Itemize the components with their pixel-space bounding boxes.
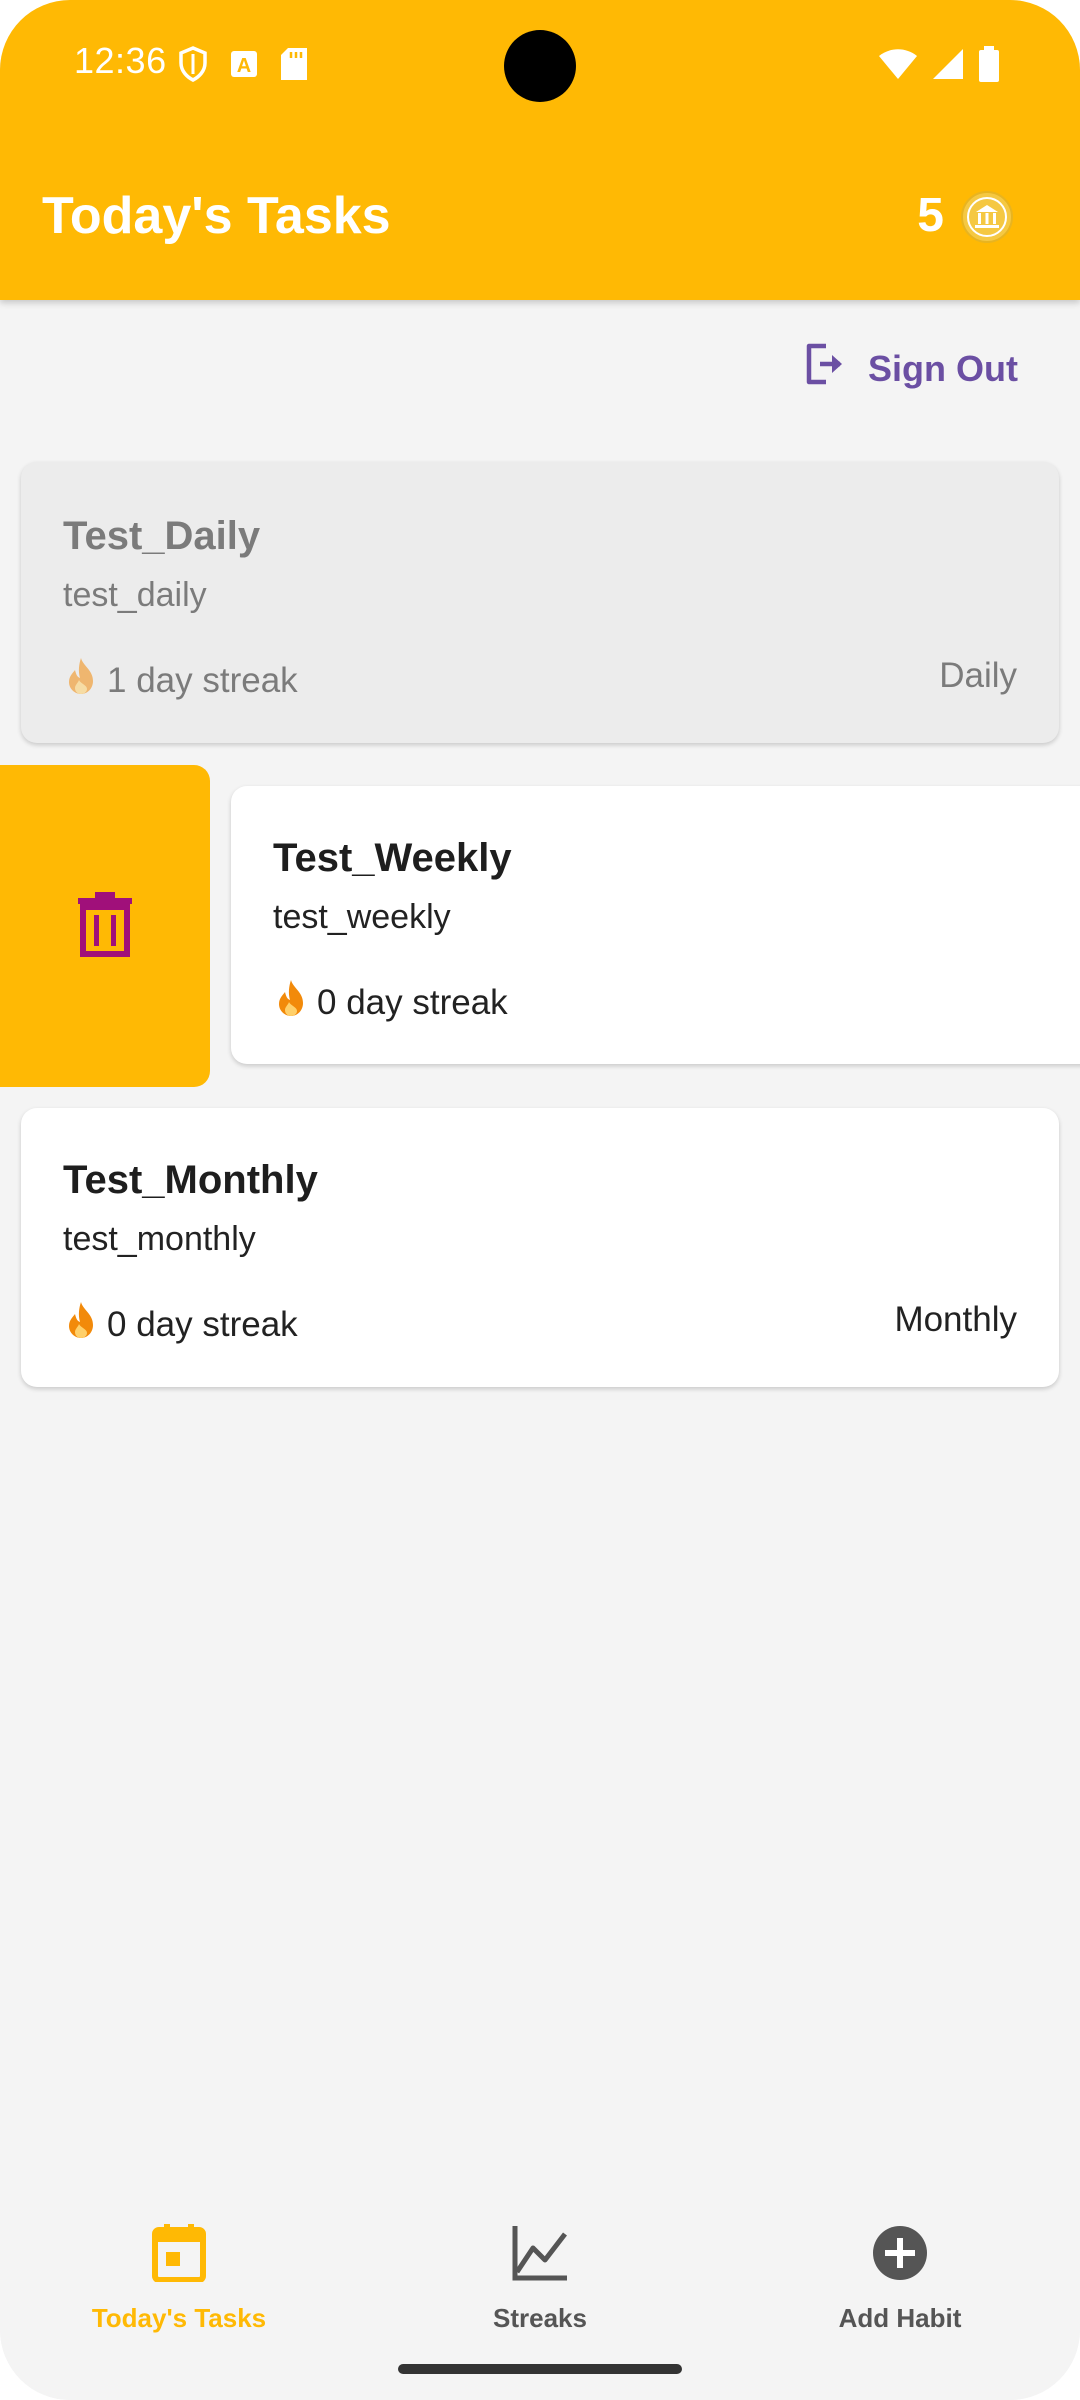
task-streak: 1 day streak: [63, 656, 298, 705]
coin-count: 5: [917, 189, 944, 242]
shield-icon: [178, 46, 208, 87]
chart-line-icon: [511, 2224, 569, 2289]
sd-card-icon: [280, 47, 308, 86]
task-frequency: Monthly: [894, 1300, 1017, 1339]
task-streak-label: 0 day streak: [317, 982, 508, 1022]
task-streak-label: 1 day streak: [107, 660, 298, 700]
camera-cutout: [504, 30, 576, 102]
task-title: Test_Weekly: [273, 836, 512, 880]
status-icons-left: A: [178, 46, 308, 87]
task-card[interactable]: Test_Weekly test_weekly 0 day streak: [231, 786, 1080, 1064]
task-description: test_weekly: [273, 898, 451, 936]
svg-text:A: A: [237, 55, 251, 77]
sign-out-button[interactable]: Sign Out: [804, 342, 1018, 395]
task-streak: 0 day streak: [273, 978, 508, 1027]
sign-out-label: Sign Out: [868, 347, 1018, 389]
add-circle-icon: [871, 2224, 929, 2289]
status-icons-right: [878, 46, 1000, 87]
task-streak-label: 0 day streak: [107, 1304, 298, 1344]
flame-icon: [63, 656, 99, 705]
task-title: Test_Monthly: [63, 1158, 318, 1202]
status-time: 12:36: [74, 40, 167, 81]
nav-todays-tasks[interactable]: Today's Tasks: [59, 2224, 299, 2334]
task-description: test_monthly: [63, 1220, 256, 1258]
task-card[interactable]: Test_Daily test_daily 1 day streak Daily: [21, 462, 1059, 743]
task-card[interactable]: Test_Monthly test_monthly 0 day streak M…: [21, 1108, 1059, 1387]
task-frequency: Daily: [939, 656, 1017, 695]
trash-icon: [76, 891, 134, 962]
home-indicator[interactable]: [398, 2364, 682, 2374]
battery-icon: [978, 46, 1000, 87]
task-streak: 0 day streak: [63, 1300, 298, 1349]
logout-icon: [804, 342, 846, 395]
app-screen: 12:36 A Today's Tasks 5 Sign Out Test_Da…: [0, 0, 1080, 2400]
task-title: Test_Daily: [63, 514, 261, 558]
page-title: Today's Tasks: [42, 187, 391, 245]
nav-streaks[interactable]: Streaks: [420, 2224, 660, 2334]
delete-action[interactable]: [0, 765, 210, 1087]
coin-icon: [960, 190, 1014, 249]
wifi-icon: [878, 48, 918, 85]
nav-label: Streaks: [493, 2303, 587, 2333]
nav-label: Add Habit: [838, 2303, 962, 2333]
calendar-icon: [152, 2224, 206, 2289]
app-bar: 12:36 A Today's Tasks 5: [0, 0, 1080, 300]
task-description: test_daily: [63, 576, 207, 614]
font-a-icon: A: [230, 50, 258, 83]
nav-add-habit[interactable]: Add Habit: [780, 2224, 1020, 2334]
cell-signal-icon: [932, 48, 964, 85]
flame-icon: [63, 1300, 99, 1349]
flame-icon: [273, 978, 309, 1027]
nav-label: Today's Tasks: [91, 2303, 267, 2333]
